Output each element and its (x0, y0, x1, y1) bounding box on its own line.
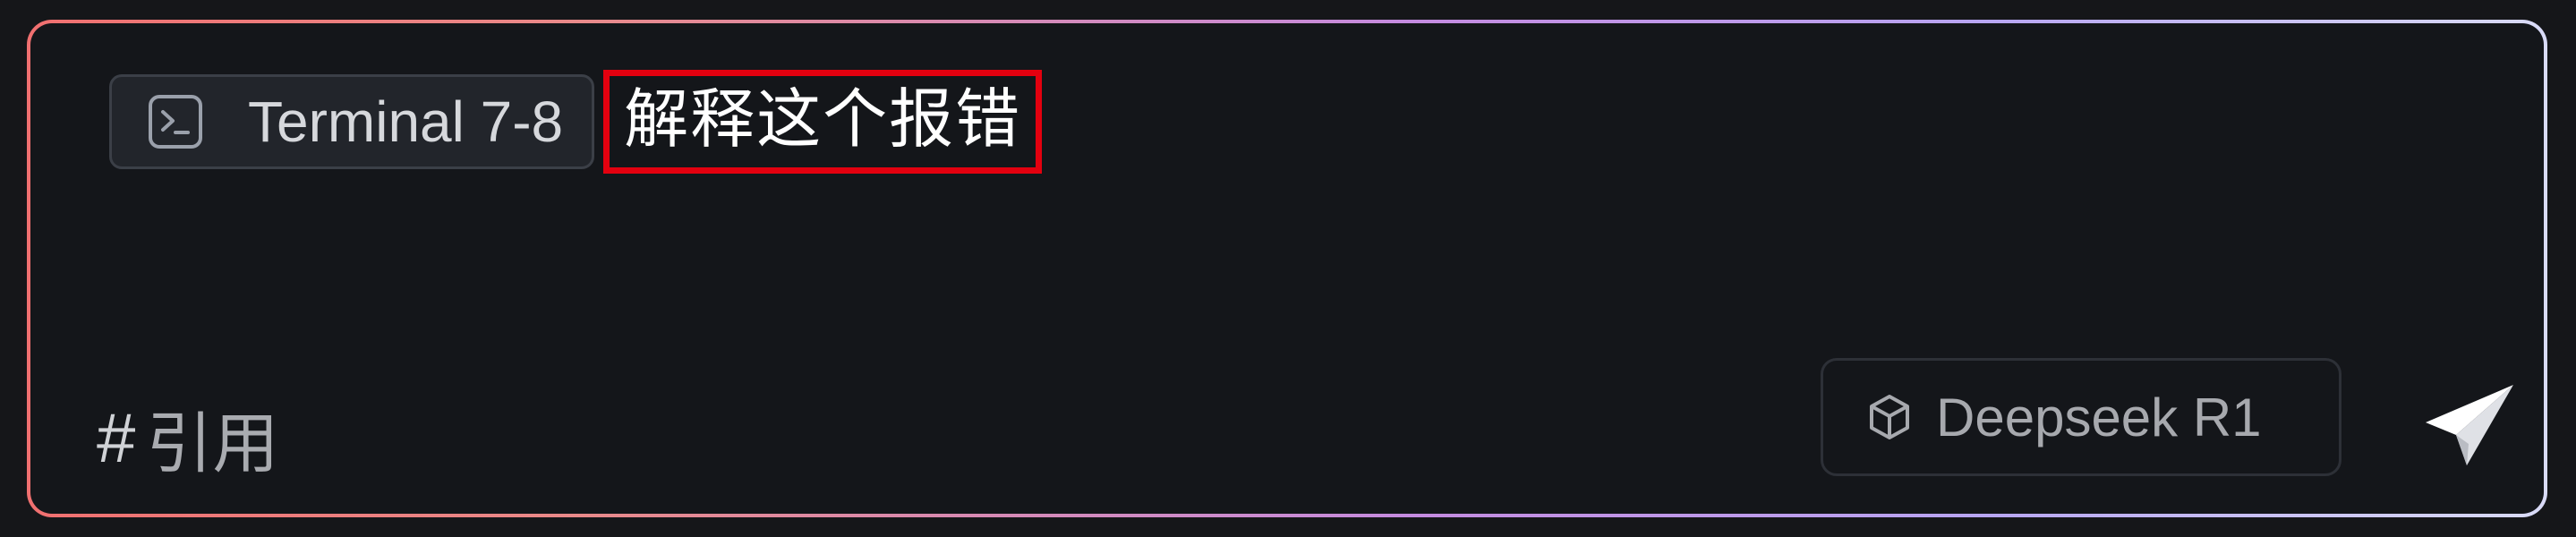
context-chip-terminal[interactable]: Terminal 7-8 (109, 74, 595, 170)
hash-icon: # (97, 398, 136, 477)
model-selector-label: Deepseek R1 (1936, 387, 2262, 448)
chat-input-box[interactable]: Terminal 7-8 解释这个报错 # 引用 Deepseek R1 (27, 20, 2547, 517)
send-button[interactable] (2415, 372, 2526, 483)
send-icon (2426, 385, 2513, 465)
reference-label: 引用 (146, 406, 279, 481)
model-selector[interactable]: Deepseek R1 (1821, 358, 2341, 476)
reference-button[interactable]: # 引用 (97, 390, 278, 486)
context-chip-label: Terminal 7-8 (248, 90, 564, 155)
message-text[interactable]: 解释这个报错 (603, 70, 1043, 175)
cube-icon (1864, 392, 1915, 442)
terminal-icon (148, 94, 203, 149)
input-top-row: Terminal 7-8 解释这个报错 (109, 70, 1043, 175)
